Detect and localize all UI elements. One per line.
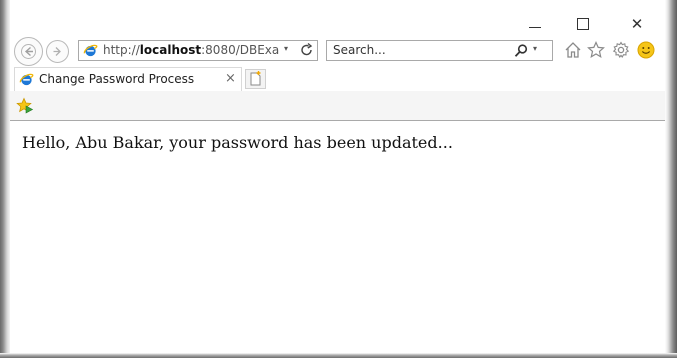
minimize-button[interactable] bbox=[520, 14, 550, 34]
forward-button[interactable] bbox=[46, 40, 69, 63]
maximize-button[interactable] bbox=[568, 14, 598, 34]
confirmation-message: Hello, Abu Bakar, your password has been… bbox=[22, 133, 453, 152]
smiley-icon[interactable] bbox=[636, 40, 656, 60]
add-to-favorites-bar-icon[interactable] bbox=[16, 97, 34, 115]
tab-close-icon[interactable]: × bbox=[225, 71, 236, 86]
window-right-border bbox=[665, 0, 677, 358]
new-tab-icon bbox=[250, 71, 261, 86]
back-icon bbox=[21, 44, 36, 59]
gear-icon[interactable] bbox=[611, 40, 631, 60]
page-content: Hello, Abu Bakar, your password has been… bbox=[10, 121, 665, 353]
url-text[interactable]: http://localhost:8080/DBExar bbox=[103, 43, 279, 57]
ie-icon bbox=[83, 44, 98, 57]
window-bottom-border bbox=[0, 353, 677, 358]
navigation-bar: http://localhost:8080/DBExar ▾ Search...… bbox=[14, 37, 664, 66]
search-icon[interactable] bbox=[513, 43, 529, 59]
window-left-border bbox=[0, 0, 10, 358]
url-host: localhost bbox=[139, 43, 202, 57]
search-dropdown-icon[interactable]: ▾ bbox=[533, 44, 537, 53]
close-icon: ✕ bbox=[630, 15, 644, 33]
forward-icon bbox=[53, 47, 61, 56]
address-bar[interactable]: http://localhost:8080/DBExar ▾ bbox=[78, 40, 318, 61]
address-dropdown-icon[interactable]: ▾ bbox=[284, 44, 288, 53]
search-bar[interactable]: Search... ▾ bbox=[326, 40, 553, 61]
home-icon[interactable] bbox=[563, 40, 583, 60]
favorites-bar bbox=[10, 91, 665, 121]
minimize-icon bbox=[529, 26, 541, 28]
tab-strip: Change Password Process × bbox=[14, 67, 666, 91]
new-tab-button[interactable] bbox=[245, 69, 266, 89]
search-input[interactable]: Search... bbox=[333, 43, 386, 57]
browser-window: ✕ http://localhost:8080/DBExar ▾ Search.… bbox=[0, 0, 677, 358]
close-button[interactable]: ✕ bbox=[622, 14, 652, 34]
tab-title: Change Password Process bbox=[39, 72, 195, 86]
ie-icon bbox=[19, 73, 34, 86]
favorites-star-icon[interactable] bbox=[586, 40, 606, 60]
refresh-icon[interactable] bbox=[299, 42, 315, 58]
tab-change-password-process[interactable]: Change Password Process × bbox=[14, 67, 242, 91]
url-protocol: http:// bbox=[103, 43, 140, 57]
url-path: :8080/DBExar bbox=[201, 43, 279, 57]
back-button[interactable] bbox=[14, 37, 43, 66]
maximize-icon bbox=[577, 18, 589, 30]
